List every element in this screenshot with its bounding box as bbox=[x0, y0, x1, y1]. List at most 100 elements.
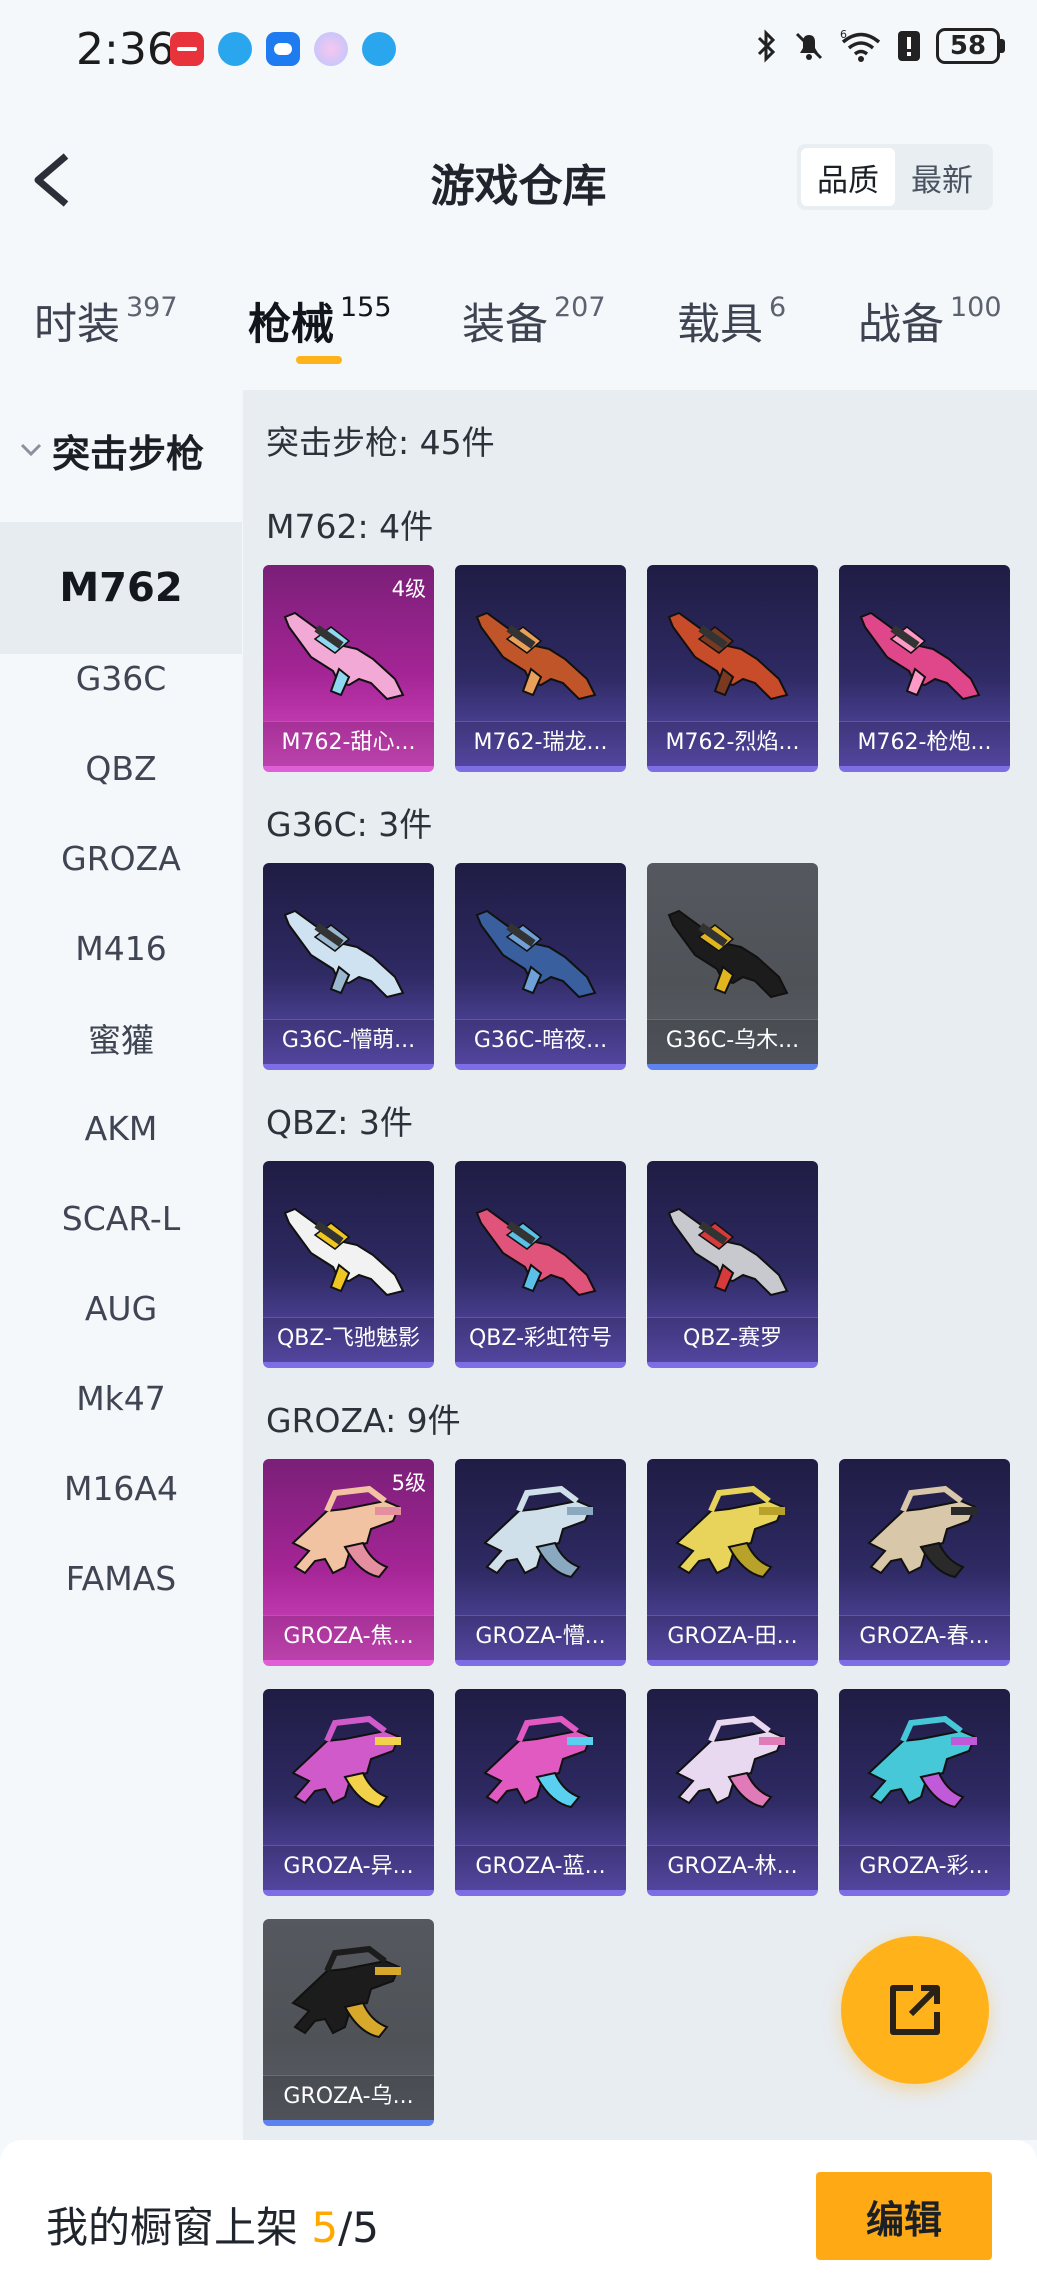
tab-vehicles[interactable]: 载具 6 bbox=[677, 290, 786, 352]
bluetooth-icon bbox=[757, 29, 776, 63]
showcase-total: /5 bbox=[338, 2203, 379, 2252]
skin-name: M762-瑞龙... bbox=[455, 721, 626, 766]
category-total: 突击步枪: 45件 bbox=[266, 423, 495, 462]
weapon-skin-card[interactable]: QBZ-飞驰魅影 bbox=[263, 1161, 434, 1368]
tab-firearms[interactable]: 枪械 155 bbox=[248, 290, 392, 352]
sidebar-group-assault-rifles[interactable]: 突击步枪 bbox=[0, 420, 242, 480]
weapon-skin-image bbox=[667, 909, 789, 999]
weapon-skin-image bbox=[291, 1715, 401, 1809]
weapon-skin-card[interactable]: 5级 GROZA-焦... bbox=[263, 1459, 434, 1666]
weapon-skin-card[interactable]: GROZA-林... bbox=[647, 1689, 818, 1896]
weather-icon bbox=[266, 32, 300, 66]
share-button[interactable] bbox=[841, 1936, 989, 2084]
skin-name: GROZA-田... bbox=[647, 1615, 818, 1660]
weapon-skin-card[interactable]: QBZ-彩虹符号 bbox=[455, 1161, 626, 1368]
weapon-skin-image bbox=[283, 909, 405, 999]
weapon-skin-card[interactable]: GROZA-春... bbox=[839, 1459, 1010, 1666]
showcase-label: 我的橱窗上架 5/5 bbox=[46, 2194, 379, 2255]
weapon-skin-image bbox=[675, 1485, 785, 1579]
sort-newest-button[interactable]: 最新 bbox=[895, 148, 989, 206]
weapon-skin-card[interactable]: G36C-乌木... bbox=[647, 863, 818, 1070]
skin-name: GROZA-懵... bbox=[455, 1615, 626, 1660]
tab-label: 时装 bbox=[34, 300, 120, 350]
weapon-skin-image bbox=[283, 611, 405, 701]
weapon-skin-card[interactable]: GROZA-懵... bbox=[455, 1459, 626, 1666]
section-title: GROZA: 9件 bbox=[266, 1401, 461, 1440]
skin-name: G36C-乌木... bbox=[647, 1019, 818, 1064]
skin-name: M762-枪炮... bbox=[839, 721, 1010, 766]
weapon-skin-image bbox=[483, 1485, 593, 1579]
weapon-skin-image bbox=[475, 909, 597, 999]
weapon-skin-card[interactable]: GROZA-乌... bbox=[263, 1919, 434, 2126]
tab-count: 207 bbox=[554, 292, 606, 323]
weapon-skin-card[interactable]: GROZA-异... bbox=[263, 1689, 434, 1896]
tab-count: 6 bbox=[769, 292, 787, 323]
sidebar-group-label: 突击步枪 bbox=[52, 431, 205, 476]
skin-name: M762-甜心... bbox=[263, 721, 434, 766]
skin-name: GROZA-蓝... bbox=[455, 1845, 626, 1890]
status-time: 2:36 bbox=[76, 24, 175, 75]
weapon-skin-image bbox=[291, 1945, 401, 2039]
weapon-skin-card[interactable]: 4级 M762-甜心... bbox=[263, 565, 434, 772]
weapon-skin-image bbox=[483, 1715, 593, 1809]
skin-name: GROZA-异... bbox=[263, 1845, 434, 1890]
status-bar: 2:36 6 58 bbox=[0, 0, 1037, 100]
showcase-bar: 我的橱窗上架 5/5 编辑 bbox=[0, 2140, 1037, 2295]
weapon-skin-image bbox=[291, 1485, 401, 1579]
sort-toggle: 品质 最新 bbox=[797, 144, 993, 210]
skin-name: GROZA-林... bbox=[647, 1845, 818, 1890]
weapon-skin-card[interactable]: M762-枪炮... bbox=[839, 565, 1010, 772]
weapon-skin-card[interactable]: M762-烈焰... bbox=[647, 565, 818, 772]
skin-name: G36C-暗夜... bbox=[455, 1019, 626, 1064]
active-tab-indicator bbox=[296, 356, 342, 364]
weapon-skin-image bbox=[475, 1207, 597, 1297]
tab-equipment[interactable]: 装备 207 bbox=[462, 290, 606, 352]
browser-icon bbox=[218, 32, 252, 66]
tab-count: 100 bbox=[950, 292, 1002, 323]
weapon-skin-image bbox=[867, 1715, 977, 1809]
tab-gear[interactable]: 战备 100 bbox=[858, 290, 1002, 352]
skin-name: QBZ-飞驰魅影 bbox=[263, 1317, 434, 1362]
section-title: QBZ: 3件 bbox=[266, 1103, 413, 1142]
chevron-down-icon bbox=[20, 443, 42, 457]
huawei-store-icon bbox=[170, 32, 204, 66]
skin-level-badge: 5级 bbox=[391, 1471, 426, 1495]
weapon-grid-area: 突击步枪: 45件 M762: 4件 4级 M762-甜心... M762-瑞龙...… bbox=[243, 390, 1037, 2140]
edit-button[interactable]: 编辑 bbox=[816, 2172, 992, 2260]
weapon-skin-card[interactable]: GROZA-蓝... bbox=[455, 1689, 626, 1896]
weapon-skin-card[interactable]: GROZA-彩... bbox=[839, 1689, 1010, 1896]
skin-level-badge: 4级 bbox=[391, 577, 426, 601]
weapon-skin-card[interactable]: M762-瑞龙... bbox=[455, 565, 626, 772]
weapon-skin-card[interactable]: G36C-懵萌... bbox=[263, 863, 434, 1070]
weapon-sidebar: 突击步枪 M762 G36C QBZ GROZA M416 蜜獾 AKM SCAR-L AUG M… bbox=[0, 390, 242, 2140]
skin-name: G36C-懵萌... bbox=[263, 1019, 434, 1064]
tab-count: 155 bbox=[340, 292, 392, 323]
tab-label: 战备 bbox=[858, 300, 944, 350]
skin-name: GROZA-焦... bbox=[263, 1615, 434, 1660]
weapon-skin-image bbox=[667, 611, 789, 701]
skin-name: QBZ-彩虹符号 bbox=[455, 1317, 626, 1362]
tab-fashion[interactable]: 时装 397 bbox=[34, 290, 178, 352]
tab-label: 枪械 bbox=[248, 300, 334, 350]
tab-count: 397 bbox=[126, 292, 178, 323]
skin-name: GROZA-彩... bbox=[839, 1845, 1010, 1890]
assistant-icon bbox=[314, 32, 348, 66]
status-app-icons bbox=[170, 32, 396, 66]
skin-name: M762-烈焰... bbox=[647, 721, 818, 766]
weapon-skin-image bbox=[475, 611, 597, 701]
weapon-skin-card[interactable]: GROZA-田... bbox=[647, 1459, 818, 1666]
sort-quality-button[interactable]: 品质 bbox=[801, 148, 895, 206]
weapon-skin-image bbox=[667, 1207, 789, 1297]
alert-battery-icon bbox=[898, 31, 920, 61]
battery-indicator: 58 bbox=[936, 28, 1005, 64]
showcase-current: 5 bbox=[311, 2203, 339, 2252]
sidebar-item-famas[interactable]: FAMAS bbox=[0, 1512, 242, 1644]
section-title: M762: 4件 bbox=[266, 507, 434, 546]
weapon-skin-image bbox=[867, 1485, 977, 1579]
weapon-skin-card[interactable]: QBZ-赛罗 bbox=[647, 1161, 818, 1368]
status-right: 6 58 bbox=[756, 28, 1005, 64]
skin-name: GROZA-春... bbox=[839, 1615, 1010, 1660]
section-title: G36C: 3件 bbox=[266, 805, 433, 844]
weapon-skin-card[interactable]: G36C-暗夜... bbox=[455, 863, 626, 1070]
mute-bell-icon bbox=[795, 32, 823, 60]
